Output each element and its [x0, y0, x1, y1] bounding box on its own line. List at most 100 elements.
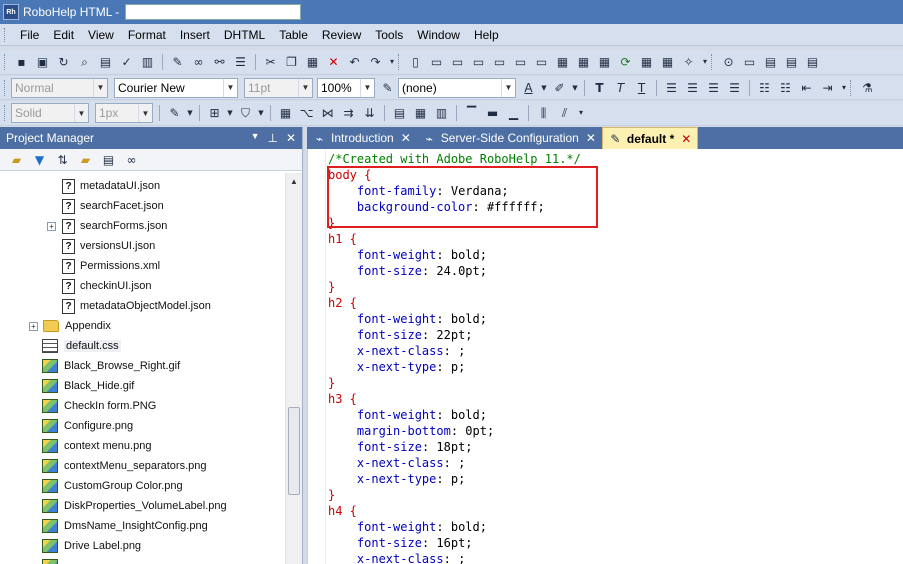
insert-button-11[interactable]: ▦: [657, 52, 678, 72]
print-preview-button[interactable]: ▤: [95, 52, 116, 72]
menu-dhtml[interactable]: DHTML: [217, 24, 272, 46]
cell-align-middle-button[interactable]: ▬: [482, 103, 503, 123]
review-button-1[interactable]: ⊙: [718, 52, 739, 72]
border-style-select[interactable]: Solid ▼: [11, 103, 89, 123]
tree-item[interactable]: ? versionsUI.json: [62, 236, 155, 256]
justify-button[interactable]: ☰: [724, 78, 745, 98]
insert-button-6[interactable]: ▭: [531, 52, 552, 72]
review-button-4[interactable]: ▤: [802, 52, 823, 72]
save-button[interactable]: ▪: [11, 52, 32, 72]
insert-button-7[interactable]: ▦: [552, 52, 573, 72]
fill-color-button[interactable]: ⛉: [235, 103, 256, 123]
tree-item[interactable]: Black_Hide.gif: [42, 376, 134, 396]
properties-button[interactable]: ▤: [98, 150, 119, 170]
close-tab-icon[interactable]: ✕: [681, 132, 691, 146]
spell-button[interactable]: ⚗: [857, 78, 878, 98]
style-select[interactable]: Normal ▼: [11, 77, 108, 98]
filter-button[interactable]: ▼: [29, 150, 50, 170]
menu-help[interactable]: Help: [467, 24, 506, 46]
outdent-button[interactable]: ⇤: [796, 78, 817, 98]
font-select[interactable]: Courier New ▼: [114, 77, 238, 98]
table-button-2[interactable]: ▦: [410, 103, 431, 123]
tree-item[interactable]: Drive Label.png: [42, 536, 141, 556]
style-edit-button[interactable]: ✎: [377, 78, 398, 98]
highlight-button[interactable]: ✐: [549, 78, 570, 98]
tree-item[interactable]: Configure.png: [42, 416, 133, 436]
project-tree-scrollbar[interactable]: ▲: [285, 173, 302, 564]
highlight-dropdown[interactable]: ▼: [570, 78, 580, 98]
close-icon[interactable]: ✕: [286, 131, 296, 145]
css-editor[interactable]: /*Created with Adobe RoboHelp 11.*/body …: [307, 149, 903, 564]
tree-item[interactable]: CheckIn form.PNG: [42, 396, 156, 416]
tree-item-selected[interactable]: default.css: [42, 336, 121, 356]
tree-item[interactable]: ? Permissions.xml: [62, 256, 160, 276]
scrollbar-thumb[interactable]: [288, 407, 300, 495]
bold-button[interactable]: T: [589, 78, 610, 98]
expand-toggle[interactable]: +: [47, 222, 56, 231]
edit-button[interactable]: ✎: [167, 52, 188, 72]
menu-table[interactable]: Table: [272, 24, 315, 46]
insert-button-12[interactable]: ✧: [678, 52, 699, 72]
menu-window[interactable]: Window: [410, 24, 467, 46]
insert-table-button[interactable]: ▦: [275, 103, 296, 123]
expand-toggle[interactable]: +: [29, 322, 38, 331]
paste-button[interactable]: ▦: [302, 52, 323, 72]
distribute-rows-button[interactable]: ⫽: [554, 103, 575, 123]
indent-button[interactable]: ⇥: [817, 78, 838, 98]
merge-cells-button[interactable]: ⋈: [317, 103, 338, 123]
save-all-button[interactable]: ▣: [32, 52, 53, 72]
cell-align-bottom-button[interactable]: ▁: [503, 103, 524, 123]
review-button-3[interactable]: ▤: [781, 52, 802, 72]
font-size-select[interactable]: 11pt ▼: [244, 77, 313, 98]
scroll-up-icon[interactable]: ▲: [290, 177, 298, 186]
numbered-list-button[interactable]: ☷: [754, 78, 775, 98]
cut-button[interactable]: ✂: [260, 52, 281, 72]
copy-button[interactable]: ❐: [281, 52, 302, 72]
tree-folder[interactable]: Appendix: [43, 316, 111, 336]
menu-view[interactable]: View: [81, 24, 121, 46]
insert-button-5[interactable]: ▭: [510, 52, 531, 72]
insert-row-button[interactable]: ⇉: [338, 103, 359, 123]
link-button[interactable]: ⚯: [209, 52, 230, 72]
undo-button[interactable]: ↶: [344, 52, 365, 72]
font-color-dropdown[interactable]: ▼: [539, 78, 549, 98]
find-button[interactable]: ∞: [121, 150, 142, 170]
close-tab-icon[interactable]: ✕: [586, 131, 596, 145]
close-tab-icon[interactable]: ✕: [401, 131, 411, 145]
open-folder-button[interactable]: ▰: [75, 150, 96, 170]
sync-button[interactable]: ⟳: [615, 52, 636, 72]
menu-file[interactable]: File: [13, 24, 46, 46]
insert-button-10[interactable]: ▦: [636, 52, 657, 72]
delete-button[interactable]: ✕: [323, 52, 344, 72]
borders-dropdown[interactable]: ▼: [225, 103, 235, 123]
tree-item[interactable]: contextMenu_separators.png: [42, 456, 206, 476]
italic-button[interactable]: T: [610, 78, 631, 98]
comment-button[interactable]: ▭: [739, 52, 760, 72]
menu-review[interactable]: Review: [315, 24, 368, 46]
tree-item[interactable]: ? searchFacet.json: [62, 196, 164, 216]
font-color-button[interactable]: A: [518, 78, 539, 98]
align-center-button[interactable]: ☰: [682, 78, 703, 98]
tree-item[interactable]: CustomGroup Color.png: [42, 476, 183, 496]
tab-introduction[interactable]: ⌁ Introduction ✕: [307, 127, 417, 149]
align-right-button[interactable]: ☰: [703, 78, 724, 98]
tree-item[interactable]: context menu.png: [42, 436, 151, 456]
redo-button[interactable]: ↷: [365, 52, 386, 72]
menu-edit[interactable]: Edit: [46, 24, 81, 46]
tree-item[interactable]: [42, 556, 64, 564]
insert-button-4[interactable]: ▭: [489, 52, 510, 72]
toolbar-overflow-button[interactable]: ▾: [386, 52, 398, 72]
tree-item[interactable]: ? searchForms.json: [62, 216, 167, 236]
insert-button-9[interactable]: ▦: [594, 52, 615, 72]
properties-button[interactable]: ☰: [230, 52, 251, 72]
new-folder-button[interactable]: ▰: [6, 150, 27, 170]
table-button-3[interactable]: ▥: [431, 103, 452, 123]
format-overflow-button[interactable]: ▾: [838, 78, 850, 98]
glasses-button[interactable]: ∞: [188, 52, 209, 72]
print-button[interactable]: ▥: [137, 52, 158, 72]
align-left-button[interactable]: ☰: [661, 78, 682, 98]
spell-check-button[interactable]: ✓: [116, 52, 137, 72]
menu-tools[interactable]: Tools: [368, 24, 410, 46]
zoom-select[interactable]: 100% ▼: [317, 77, 375, 98]
pane-menu-icon[interactable]: ▼: [251, 131, 260, 145]
